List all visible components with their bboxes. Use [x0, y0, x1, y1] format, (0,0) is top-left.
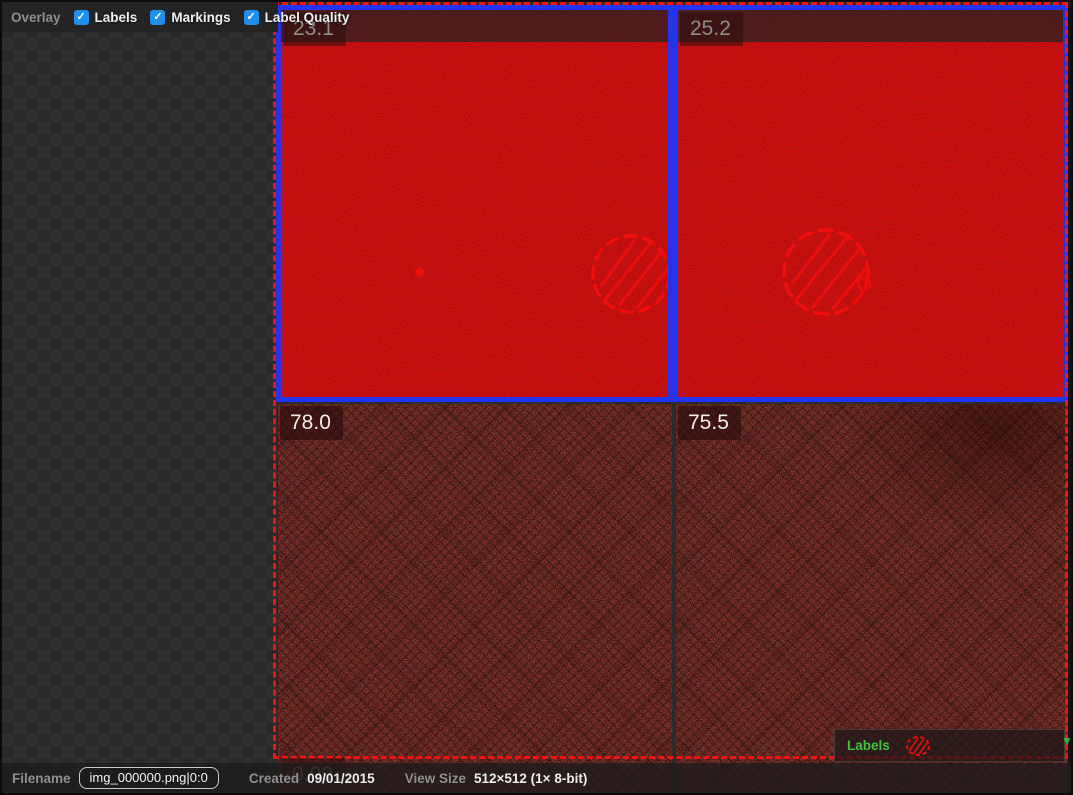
app-window: 23.1 25.2 78.0 75.5: [0, 0, 1073, 795]
created-label: Created: [249, 771, 299, 786]
filename-label: Filename: [12, 771, 71, 786]
noise-texture: [678, 10, 1063, 397]
noise-texture: [278, 404, 672, 795]
view-size-label: View Size: [405, 771, 466, 786]
checkbox-label-quality-label: Label Quality: [265, 10, 350, 25]
dropdown-arrow-icon[interactable]: ▼: [1061, 735, 1073, 747]
red-dot-marking-icon: [415, 268, 424, 276]
checkbox-labels[interactable]: ✓ Labels: [74, 10, 138, 25]
tile-value-label: 75.5: [678, 406, 741, 440]
checkbox-checked-icon[interactable]: ✓: [74, 10, 89, 25]
image-tile-3[interactable]: 78.0: [278, 404, 672, 795]
filename-input[interactable]: img_000000.png|0:0: [79, 767, 219, 789]
overlay-label: Overlay: [11, 10, 61, 25]
checkbox-labels-label: Labels: [95, 10, 138, 25]
hatched-ellipse-icon: [904, 734, 932, 758]
labels-dropdown[interactable]: Labels: [834, 729, 1065, 762]
status-bar: Filename img_000000.png|0:0 Created 09/0…: [2, 763, 1071, 793]
checkbox-markings-label: Markings: [171, 10, 230, 25]
image-tile-1[interactable]: 23.1: [276, 5, 673, 402]
tile-value-label: 25.2: [680, 12, 743, 46]
checkbox-label-quality[interactable]: ✓ Label Quality: [244, 10, 350, 25]
view-size-value: 512×512 (1× 8-bit): [474, 771, 587, 786]
red-scribble-marking-icon: [776, 222, 876, 322]
image-tile-2[interactable]: 25.2: [673, 5, 1068, 402]
checkbox-checked-icon[interactable]: ✓: [150, 10, 165, 25]
created-value: 09/01/2015: [307, 771, 375, 786]
checkbox-checked-icon[interactable]: ✓: [244, 10, 259, 25]
overlay-toolbar: Overlay ✓ Labels ✓ Markings ✓ Label Qual…: [2, 2, 278, 32]
checkbox-markings[interactable]: ✓ Markings: [150, 10, 230, 25]
tile-value-label: 78.0: [280, 406, 343, 440]
noise-texture: [281, 10, 668, 397]
labels-dropdown-title: Labels: [847, 738, 890, 753]
red-scribble-marking-icon: [585, 228, 673, 320]
